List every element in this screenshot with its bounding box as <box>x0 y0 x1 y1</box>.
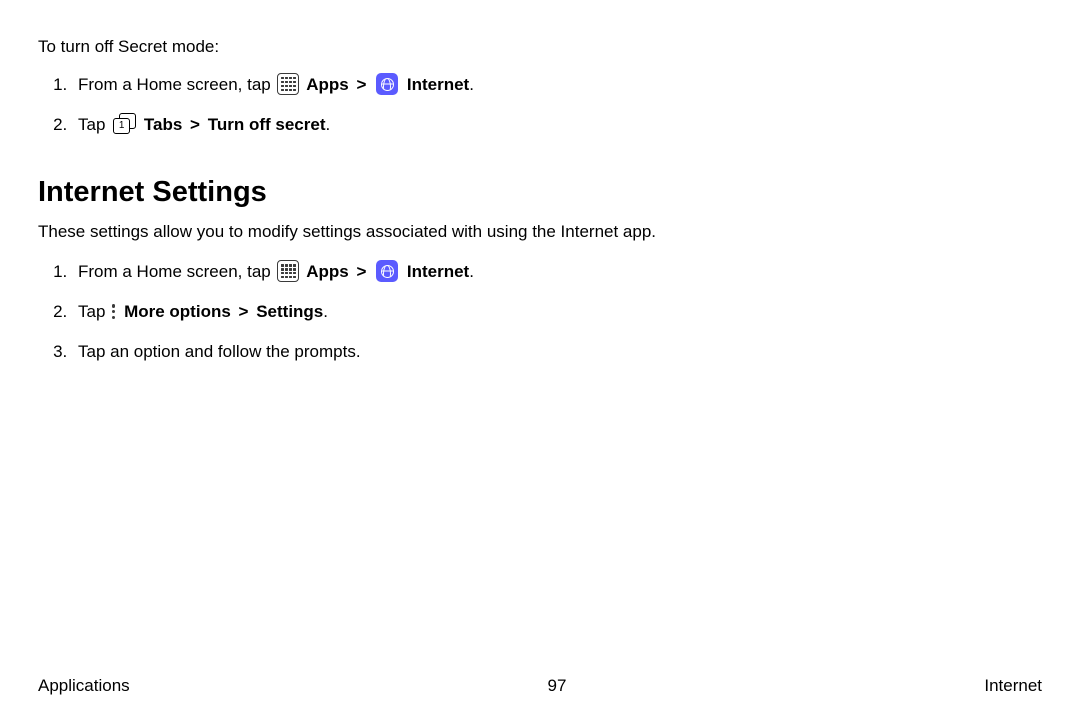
step-text: Tap <box>78 302 105 321</box>
page-footer: Applications 97 Internet <box>0 676 1080 696</box>
tabs-icon: 1 <box>113 113 136 134</box>
breadcrumb-arrow: > <box>356 75 366 94</box>
footer-right: Internet <box>984 676 1042 696</box>
period: . <box>469 262 474 281</box>
apps-icon <box>277 73 299 95</box>
apps-label: Apps <box>306 262 349 281</box>
step-text: From a Home screen, tap <box>78 262 271 281</box>
footer-left: Applications <box>38 676 130 696</box>
apps-label: Apps <box>306 75 349 94</box>
turn-off-secret-label: Turn off secret <box>208 115 326 134</box>
internet-icon <box>376 73 398 95</box>
settings-step-1: From a Home screen, tap Apps > Internet. <box>72 255 738 295</box>
step-text: Tap an option and follow the prompts. <box>78 342 361 361</box>
apps-grid <box>281 77 296 92</box>
internet-settings-desc: These settings allow you to modify setti… <box>38 219 738 245</box>
tabs-label: Tabs <box>144 115 182 134</box>
secret-off-step-1: From a Home screen, tap Apps > Internet. <box>72 68 738 108</box>
secret-off-step-2: Tap 1 Tabs > Turn off secret. <box>72 108 738 148</box>
internet-label: Internet <box>407 262 469 281</box>
period: . <box>323 302 328 321</box>
internet-label: Internet <box>407 75 469 94</box>
internet-settings-steps: From a Home screen, tap Apps > Internet.… <box>60 255 738 376</box>
breadcrumb-arrow: > <box>239 302 249 321</box>
apps-icon <box>277 260 299 282</box>
page-content: To turn off Secret mode: From a Home scr… <box>38 34 738 376</box>
breadcrumb-arrow: > <box>190 115 200 134</box>
tabs-count: 1 <box>113 118 130 134</box>
settings-step-3: Tap an option and follow the prompts. <box>72 335 738 375</box>
internet-icon <box>376 260 398 282</box>
secret-off-intro: To turn off Secret mode: <box>38 34 738 60</box>
apps-grid <box>281 264 296 279</box>
footer-page-number: 97 <box>548 676 567 696</box>
globe-icon <box>381 78 394 91</box>
step-text: From a Home screen, tap <box>78 75 271 94</box>
period: . <box>469 75 474 94</box>
settings-label: Settings <box>256 302 323 321</box>
internet-settings-title: Internet Settings <box>38 176 738 209</box>
breadcrumb-arrow: > <box>356 262 366 281</box>
period: . <box>325 115 330 134</box>
settings-step-2: Tap More options > Settings. <box>72 295 738 335</box>
more-options-icon <box>112 304 115 318</box>
step-text: Tap <box>78 115 105 134</box>
more-options-label: More options <box>124 302 231 321</box>
secret-off-steps: From a Home screen, tap Apps > Internet.… <box>60 68 738 149</box>
globe-icon <box>381 265 394 278</box>
